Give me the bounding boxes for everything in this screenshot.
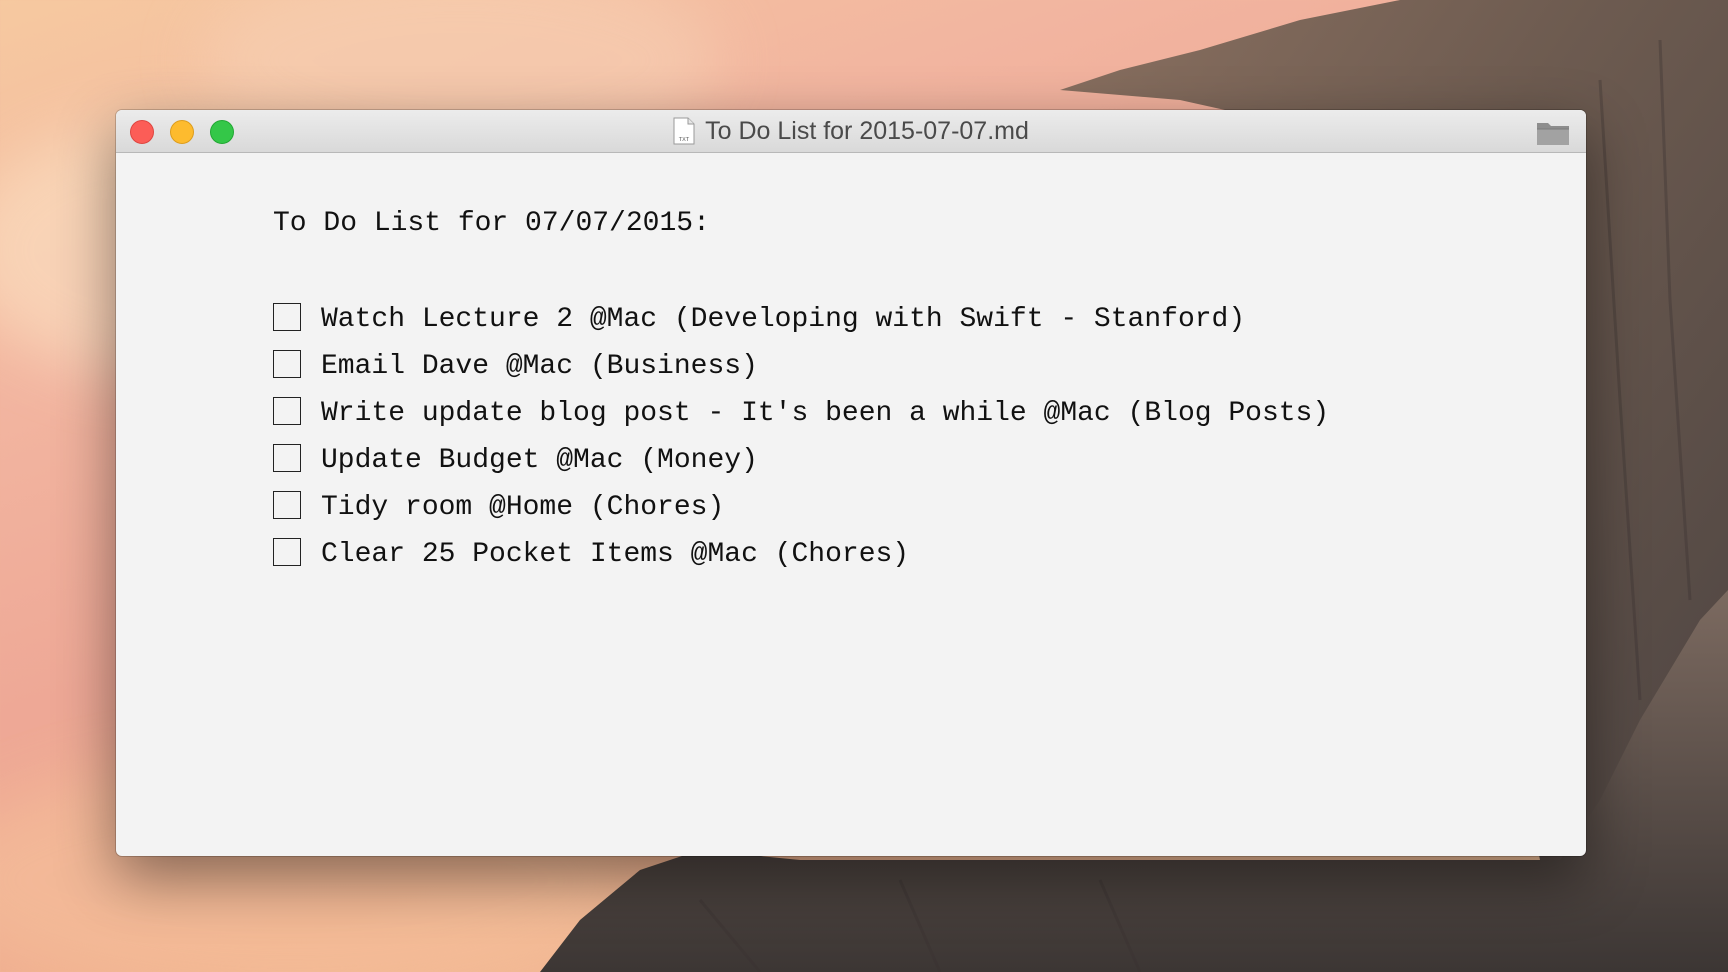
todo-checkbox[interactable]	[273, 490, 301, 519]
todo-text: Clear 25 Pocket Items @Mac (Chores)	[321, 538, 910, 570]
todo-item: Write update blog post - It's been a whi…	[273, 390, 1329, 437]
list-heading: To Do List for 07/07/2015:	[273, 208, 710, 239]
todo-item: Update Budget @Mac (Money)	[273, 437, 1329, 484]
todo-checkbox[interactable]	[273, 349, 301, 378]
todo-item: Tidy room @Home (Chores)	[273, 484, 1329, 531]
todo-text: Tidy room @Home (Chores)	[321, 491, 725, 523]
todo-checkbox[interactable]	[273, 443, 301, 472]
editor-window: TXT To Do List for 2015-07-07.md To Do L…	[116, 110, 1586, 856]
todo-checkbox[interactable]	[273, 302, 301, 331]
text-document-icon[interactable]: TXT	[673, 117, 695, 145]
todo-item: Email Dave @Mac (Business)	[273, 343, 1329, 390]
todo-text: Email Dave @Mac (Business)	[321, 350, 758, 382]
todo-checkbox[interactable]	[273, 396, 301, 425]
window-title: To Do List for 2015-07-07.md	[705, 116, 1029, 145]
todo-item: Clear 25 Pocket Items @Mac (Chores)	[273, 531, 1329, 578]
document-body[interactable]: To Do List for 07/07/2015: Watch Lecture…	[273, 204, 1329, 578]
folder-icon[interactable]	[1536, 118, 1570, 146]
todo-item: Watch Lecture 2 @Mac (Developing with Sw…	[273, 296, 1329, 343]
todo-text: Write update blog post - It's been a whi…	[321, 397, 1330, 429]
todo-checkbox[interactable]	[273, 537, 301, 566]
todo-text: Update Budget @Mac (Money)	[321, 444, 758, 476]
window-title-group: TXT To Do List for 2015-07-07.md	[116, 110, 1586, 152]
title-bar[interactable]: TXT To Do List for 2015-07-07.md	[116, 110, 1586, 153]
doc-icon-label: TXT	[679, 137, 690, 143]
todo-text: Watch Lecture 2 @Mac (Developing with Sw…	[321, 303, 1246, 335]
